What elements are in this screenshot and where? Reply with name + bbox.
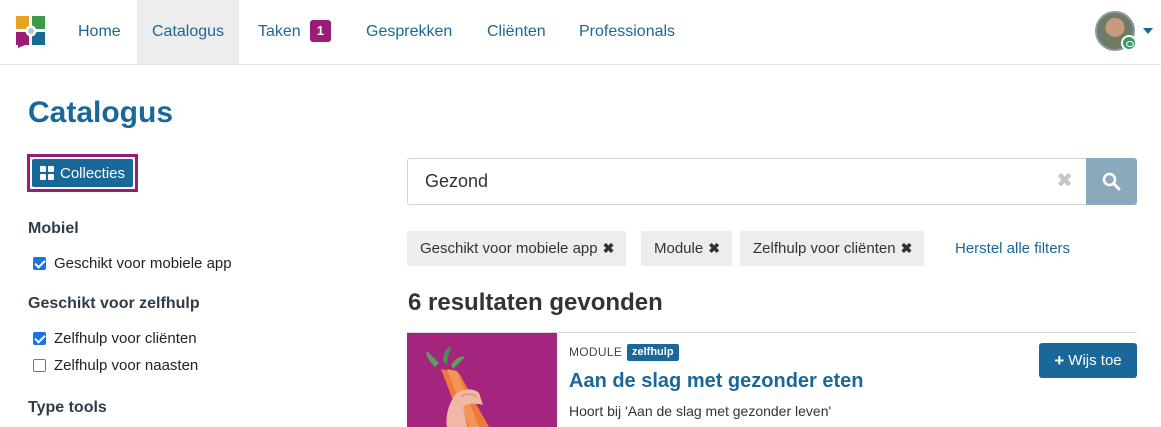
result-thumbnail[interactable] <box>407 333 557 427</box>
nav-gesprekken[interactable]: Gesprekken <box>351 0 467 64</box>
nav-clienten[interactable]: Cliënten <box>472 0 561 64</box>
app-logo[interactable] <box>16 16 46 48</box>
nav-gesprekken-label: Gesprekken <box>366 23 453 40</box>
user-avatar[interactable] <box>1095 11 1137 51</box>
nav-home-label: Home <box>78 23 121 40</box>
checkbox-mobiele-app[interactable] <box>33 257 46 270</box>
checkbox-zelfhulp-clienten[interactable] <box>33 332 46 345</box>
facet-title-mobiel: Mobiel <box>28 220 79 237</box>
facet-option-zelfhulp-clienten[interactable]: Zelfhulp voor cliënten <box>33 330 197 347</box>
results-count: 6 resultaten gevonden <box>408 289 663 316</box>
nav-professionals-label: Professionals <box>579 23 676 40</box>
result-tag-badge: zelfhulp <box>627 344 679 361</box>
filter-chip-label: Zelfhulp voor cliënten <box>753 240 896 257</box>
assign-button[interactable]: + Wijs toe <box>1039 343 1137 378</box>
times-icon[interactable]: ✖ <box>1056 171 1073 191</box>
search-button[interactable] <box>1086 158 1137 205</box>
facet-title-type-tools: Type tools <box>28 399 107 416</box>
result-subtitle: Hoort bij 'Aan de slag met gezonder leve… <box>569 403 832 419</box>
remove-filter-icon[interactable]: ✖ <box>708 240 720 256</box>
search-input[interactable] <box>408 159 1028 204</box>
nav-professionals[interactable]: Professionals <box>564 0 690 64</box>
eye-icon <box>1121 35 1137 51</box>
collections-button-label: Collecties <box>60 164 126 182</box>
filter-chip-label: Geschikt voor mobiele app <box>420 240 598 257</box>
assign-button-label: Wijs toe <box>1068 352 1122 369</box>
nav-taken[interactable]: Taken 1 <box>243 0 346 64</box>
chevron-down-icon[interactable] <box>1143 28 1153 34</box>
facet-option-label: Geschikt voor mobiele app <box>54 255 232 272</box>
page-title: Catalogus <box>28 96 174 129</box>
facet-option-mobiele-app[interactable]: Geschikt voor mobiele app <box>33 255 232 272</box>
top-navbar: Home Catalogus Taken 1 Gesprekken Cliënte… <box>0 0 1161 65</box>
carrot-hand-illustration <box>426 347 489 427</box>
filter-chip-zelfhulp-clienten[interactable]: Zelfhulp voor cliënten ✖ <box>740 231 925 266</box>
checkbox-zelfhulp-naasten[interactable] <box>33 359 46 372</box>
search-box: ✖ <box>407 158 1087 205</box>
plus-icon: + <box>1054 350 1065 370</box>
remove-filter-icon[interactable]: ✖ <box>901 240 913 256</box>
nav-taken-label: Taken <box>258 23 301 40</box>
collections-button[interactable]: Collecties <box>32 159 134 187</box>
remove-filter-icon[interactable]: ✖ <box>603 240 615 256</box>
filter-chip-label: Module <box>654 240 704 257</box>
facet-option-label: Zelfhulp voor cliënten <box>54 330 197 347</box>
filter-chip-mobiele-app[interactable]: Geschikt voor mobiele app ✖ <box>407 231 627 266</box>
taken-count-badge: 1 <box>309 20 331 42</box>
result-type-label: MODULE <box>569 345 623 359</box>
collections-button-highlight: Collecties <box>27 154 139 192</box>
nav-catalogus[interactable]: Catalogus <box>137 0 240 64</box>
reset-filters-link[interactable]: Herstel alle filters <box>955 240 1070 257</box>
search-icon <box>1102 172 1121 191</box>
nav-clienten-label: Cliënten <box>487 23 546 40</box>
nav-home[interactable]: Home <box>63 0 136 64</box>
grid-icon <box>40 166 54 180</box>
facet-option-label: Zelfhulp voor naasten <box>54 357 199 374</box>
facet-option-zelfhulp-naasten[interactable]: Zelfhulp voor naasten <box>33 357 198 374</box>
filter-chip-module[interactable]: Module ✖ <box>641 231 732 266</box>
result-title-link[interactable]: Aan de slag met gezonder eten <box>569 370 864 393</box>
facet-title-zelfhulp: Geschikt voor zelfhulp <box>28 295 200 312</box>
nav-catalogus-label: Catalogus <box>152 23 225 40</box>
